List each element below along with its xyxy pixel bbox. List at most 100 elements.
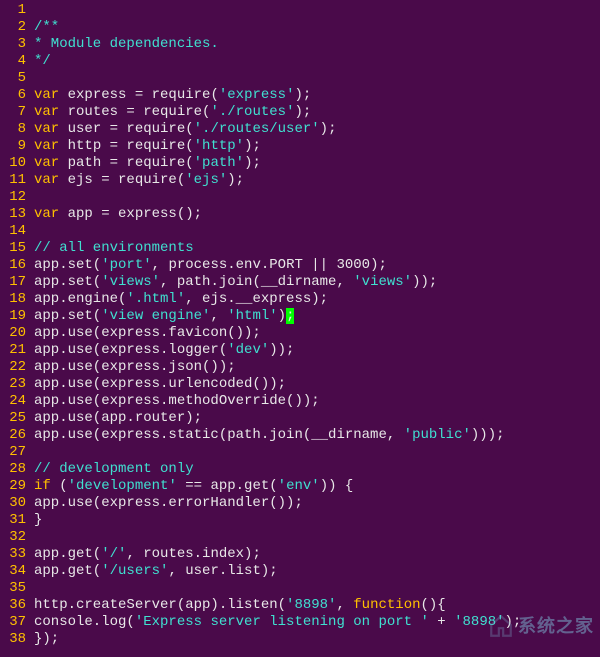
code-line[interactable]: 14	[0, 223, 600, 240]
code-line[interactable]: 21app.use(express.logger('dev'));	[0, 342, 600, 359]
code-line[interactable]: 26app.use(express.static(path.join(__dir…	[0, 427, 600, 444]
line-number: 27	[0, 444, 34, 461]
line-content[interactable]: var app = express();	[34, 206, 600, 223]
line-content[interactable]: var path = require('path');	[34, 155, 600, 172]
code-line[interactable]: 25app.use(app.router);	[0, 410, 600, 427]
code-line[interactable]: 19app.set('view engine', 'html');	[0, 308, 600, 325]
code-line[interactable]: 32	[0, 529, 600, 546]
line-content[interactable]: app.set('views', path.join(__dirname, 'v…	[34, 274, 600, 291]
token-str: '/users'	[101, 563, 168, 579]
code-line[interactable]: 6var express = require('express');	[0, 87, 600, 104]
token-op: }	[34, 512, 42, 528]
code-line[interactable]: 1	[0, 2, 600, 19]
code-line[interactable]: 12	[0, 189, 600, 206]
code-line[interactable]: 35	[0, 580, 600, 597]
code-line[interactable]: 27	[0, 444, 600, 461]
code-line[interactable]: 18app.engine('.html', ejs.__express);	[0, 291, 600, 308]
code-line[interactable]: 37 console.log('Express server listening…	[0, 614, 600, 631]
line-content[interactable]: app.use(express.json());	[34, 359, 600, 376]
token-op: )));	[471, 427, 505, 443]
line-content[interactable]	[34, 2, 600, 19]
line-content[interactable]	[34, 580, 600, 597]
line-content[interactable]	[34, 70, 600, 87]
code-line[interactable]: 13var app = express();	[0, 206, 600, 223]
token-op: routes = require(	[59, 104, 210, 120]
line-content[interactable]: */	[34, 53, 600, 70]
line-content[interactable]: var ejs = require('ejs');	[34, 172, 600, 189]
line-number: 7	[0, 104, 34, 121]
code-line[interactable]: 24app.use(express.methodOverride());	[0, 393, 600, 410]
code-line[interactable]: 30 app.use(express.errorHandler());	[0, 495, 600, 512]
line-number: 12	[0, 189, 34, 206]
code-line[interactable]: 20app.use(express.favicon());	[0, 325, 600, 342]
line-content[interactable]: var user = require('./routes/user');	[34, 121, 600, 138]
code-line[interactable]: 38});	[0, 631, 600, 648]
line-content[interactable]: // all environments	[34, 240, 600, 257]
line-content[interactable]	[34, 444, 600, 461]
code-line[interactable]: 7var routes = require('./routes');	[0, 104, 600, 121]
line-content[interactable]: });	[34, 631, 600, 648]
token-op: app.use(express.urlencoded());	[34, 376, 286, 392]
code-line[interactable]: 15// all environments	[0, 240, 600, 257]
code-line[interactable]: 4 */	[0, 53, 600, 70]
line-content[interactable]: var http = require('http');	[34, 138, 600, 155]
line-content[interactable]: app.get('/users', user.list);	[34, 563, 600, 580]
token-op: app.use(express.static(path.join(__dirna…	[34, 427, 404, 443]
code-line[interactable]: 28// development only	[0, 461, 600, 478]
line-number: 18	[0, 291, 34, 308]
line-content[interactable]: /**	[34, 19, 600, 36]
line-content[interactable]: var express = require('express');	[34, 87, 600, 104]
token-str: 'ejs'	[185, 172, 227, 188]
code-line[interactable]: 36http.createServer(app).listen('8898', …	[0, 597, 600, 614]
code-line[interactable]: 11var ejs = require('ejs');	[0, 172, 600, 189]
code-line[interactable]: 17app.set('views', path.join(__dirname, …	[0, 274, 600, 291]
token-op: app.engine(	[34, 291, 126, 307]
line-content[interactable]	[34, 189, 600, 206]
code-line[interactable]: 23app.use(express.urlencoded());	[0, 376, 600, 393]
token-op: user = require(	[59, 121, 193, 137]
code-line[interactable]: 34app.get('/users', user.list);	[0, 563, 600, 580]
token-op: )	[278, 308, 286, 324]
token-str: '.html'	[126, 291, 185, 307]
line-number: 34	[0, 563, 34, 580]
code-line[interactable]: 10var path = require('path');	[0, 155, 600, 172]
code-line[interactable]: 2/**	[0, 19, 600, 36]
code-line[interactable]: 16app.set('port', process.env.PORT || 30…	[0, 257, 600, 274]
code-line[interactable]: 8var user = require('./routes/user');	[0, 121, 600, 138]
code-line[interactable]: 29if ('development' == app.get('env')) {	[0, 478, 600, 495]
line-content[interactable]: // development only	[34, 461, 600, 478]
line-content[interactable]	[34, 223, 600, 240]
line-content[interactable]: http.createServer(app).listen('8898', fu…	[34, 597, 600, 614]
line-number: 33	[0, 546, 34, 563]
code-line[interactable]: 33app.get('/', routes.index);	[0, 546, 600, 563]
line-number: 3	[0, 36, 34, 53]
line-content[interactable]: console.log('Express server listening on…	[34, 614, 600, 631]
code-line[interactable]: 9var http = require('http');	[0, 138, 600, 155]
token-cmt: * Module dependencies.	[34, 36, 219, 52]
line-content[interactable]: app.use(express.static(path.join(__dirna…	[34, 427, 600, 444]
line-content[interactable]: app.use(express.logger('dev'));	[34, 342, 600, 359]
code-editor[interactable]: 12/**3 * Module dependencies.4 */56var e…	[0, 0, 600, 650]
line-content[interactable]: app.engine('.html', ejs.__express);	[34, 291, 600, 308]
token-op: );	[320, 121, 337, 137]
token-str: '8898'	[454, 614, 504, 630]
line-content[interactable]: }	[34, 512, 600, 529]
line-content[interactable]: app.use(express.methodOverride());	[34, 393, 600, 410]
token-str: './routes/user'	[194, 121, 320, 137]
code-line[interactable]: 3 * Module dependencies.	[0, 36, 600, 53]
code-line[interactable]: 22app.use(express.json());	[0, 359, 600, 376]
line-content[interactable]: app.use(express.errorHandler());	[34, 495, 600, 512]
line-content[interactable]: * Module dependencies.	[34, 36, 600, 53]
code-line[interactable]: 31}	[0, 512, 600, 529]
line-content[interactable]: app.use(express.urlencoded());	[34, 376, 600, 393]
line-content[interactable]: app.set('port', process.env.PORT || 3000…	[34, 257, 600, 274]
line-content[interactable]: app.set('view engine', 'html');	[34, 308, 600, 325]
code-line[interactable]: 5	[0, 70, 600, 87]
line-content[interactable]: app.get('/', routes.index);	[34, 546, 600, 563]
line-content[interactable]: app.use(app.router);	[34, 410, 600, 427]
line-content[interactable]: app.use(express.favicon());	[34, 325, 600, 342]
line-content[interactable]: var routes = require('./routes');	[34, 104, 600, 121]
line-number: 26	[0, 427, 34, 444]
line-content[interactable]	[34, 529, 600, 546]
line-content[interactable]: if ('development' == app.get('env')) {	[34, 478, 600, 495]
